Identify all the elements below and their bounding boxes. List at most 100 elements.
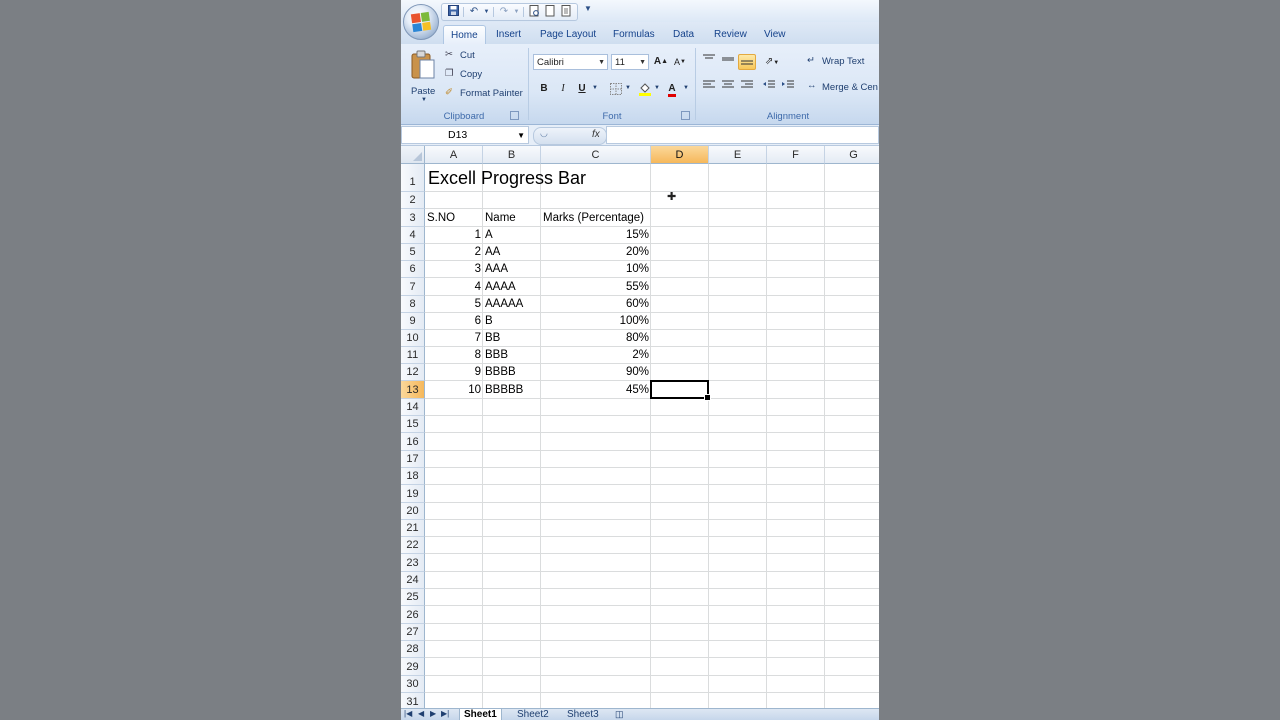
name-box[interactable]: D13 ▼ [401,126,529,144]
tab-formulas[interactable]: Formulas [606,25,662,44]
tab-review[interactable]: Review [707,25,754,44]
cell-marks[interactable]: 80% [541,330,651,347]
orientation-button[interactable]: ⇗▼ [763,54,781,70]
merge-center-button[interactable]: ↔ Merge & Cen [805,80,879,96]
insert-function-button[interactable]: fx [592,129,600,140]
align-bottom-button[interactable] [738,54,756,70]
column-header-d[interactable]: D [651,146,709,164]
row-header-12[interactable]: 12 [401,364,425,381]
active-cell-d13[interactable] [650,380,711,401]
cell-sno[interactable]: 4 [425,278,483,296]
cell-sno[interactable]: 8 [425,347,483,364]
expand-icon[interactable]: ◡ [540,128,548,139]
sheet-tab-3[interactable]: Sheet3 [563,709,603,720]
insert-sheet-icon[interactable]: ◫ [615,709,624,720]
cell-marks[interactable]: 90% [541,364,651,381]
font-size-select[interactable]: 11 ▼ [611,54,649,70]
align-center-button[interactable] [719,80,737,96]
row-header-8[interactable]: 8 [401,296,425,313]
chevron-down-icon[interactable]: ▼ [683,85,689,91]
italic-button[interactable]: I [554,81,572,97]
header-marks[interactable]: Marks (Percentage) [541,210,646,227]
row-header-11[interactable]: 11 [401,347,425,364]
tab-view[interactable]: View [757,25,793,44]
cell-name[interactable]: AA [483,244,541,261]
cell-sno[interactable]: 2 [425,244,483,261]
row-header-28[interactable]: 28 [401,641,425,658]
row-header-22[interactable]: 22 [401,537,425,554]
row-header-9[interactable]: 9 [401,313,425,330]
column-header-a[interactable]: A [425,146,483,164]
header-sno[interactable]: S.NO [425,210,457,227]
cell-sno[interactable]: 7 [425,330,483,347]
first-sheet-icon[interactable]: |◀ [404,709,412,718]
prev-sheet-icon[interactable]: ◀ [418,709,424,718]
row-header-24[interactable]: 24 [401,572,425,589]
cut-button[interactable]: ✂ Cut [445,49,515,64]
cell-marks[interactable]: 10% [541,261,651,278]
row-header-23[interactable]: 23 [401,554,425,572]
cell-marks[interactable]: 2% [541,347,651,364]
redo-dropdown-icon[interactable]: ▼ [513,5,520,19]
column-header-e[interactable]: E [709,146,767,164]
decrease-indent-button[interactable] [760,80,778,96]
cell-name[interactable]: BBBBB [483,381,541,399]
align-right-button[interactable] [738,80,756,96]
column-header-c[interactable]: C [541,146,651,164]
row-header-10[interactable]: 10 [401,330,425,347]
cell-name[interactable]: AAA [483,261,541,278]
row-header-15[interactable]: 15 [401,416,425,433]
row-header-17[interactable]: 17 [401,451,425,468]
increase-indent-button[interactable] [779,80,797,96]
header-name[interactable]: Name [483,210,518,227]
column-header-g[interactable]: G [825,146,879,164]
chevron-down-icon[interactable]: ▼ [625,85,631,91]
dialog-launcher-icon[interactable] [510,111,519,120]
formula-input[interactable] [606,126,879,144]
cell-marks[interactable]: 55% [541,278,651,296]
borders-button[interactable] [607,81,625,97]
tab-home[interactable]: Home [443,25,486,45]
row-header-14[interactable]: 14 [401,399,425,416]
align-top-button[interactable] [700,54,718,70]
shrink-font-button[interactable]: A▼ [671,54,689,70]
row-header-18[interactable]: 18 [401,468,425,485]
cell-marks[interactable]: 20% [541,244,651,261]
column-header-b[interactable]: B [483,146,541,164]
cell-name[interactable]: A [483,227,541,244]
cell-sno[interactable]: 10 [425,381,483,399]
row-header-2[interactable]: 2 [401,192,425,209]
sheet-tab-1[interactable]: Sheet1 [459,709,502,720]
row-header-30[interactable]: 30 [401,676,425,693]
row-header-6[interactable]: 6 [401,261,425,278]
cell-name[interactable]: AAAA [483,278,541,296]
redo-icon[interactable]: ↷ [497,5,511,19]
customize-icon[interactable]: ▼ [584,4,592,13]
chevron-down-icon[interactable]: ▼ [592,85,598,91]
cell-sno[interactable]: 6 [425,313,483,330]
fill-handle[interactable] [704,394,711,401]
row-header-26[interactable]: 26 [401,606,425,624]
row-header-27[interactable]: 27 [401,624,425,641]
row-header-13[interactable]: 13 [401,381,425,399]
row-header-4[interactable]: 4 [401,227,425,244]
align-left-button[interactable] [700,80,718,96]
row-header-20[interactable]: 20 [401,503,425,520]
save-icon[interactable] [446,5,460,19]
title-cell[interactable]: Excell Progress Bar [425,164,588,192]
cell-marks[interactable]: 15% [541,227,651,244]
cell-marks[interactable]: 60% [541,296,651,313]
chevron-down-icon[interactable]: ▼ [654,85,660,91]
column-header-f[interactable]: F [767,146,825,164]
row-header-16[interactable]: 16 [401,433,425,451]
tab-insert[interactable]: Insert [489,25,528,44]
format-painter-button[interactable]: ✐ Format Painter [445,87,525,102]
underline-button[interactable]: U [573,81,591,97]
copy-button[interactable]: ❐ Copy [445,68,515,83]
row-header-21[interactable]: 21 [401,520,425,537]
align-middle-button[interactable] [719,54,737,70]
undo-dropdown-icon[interactable]: ▼ [483,5,490,19]
font-name-select[interactable]: Calibri ▼ [533,54,608,70]
cell-name[interactable]: BBBB [483,364,541,381]
dialog-launcher-icon[interactable] [681,111,690,120]
